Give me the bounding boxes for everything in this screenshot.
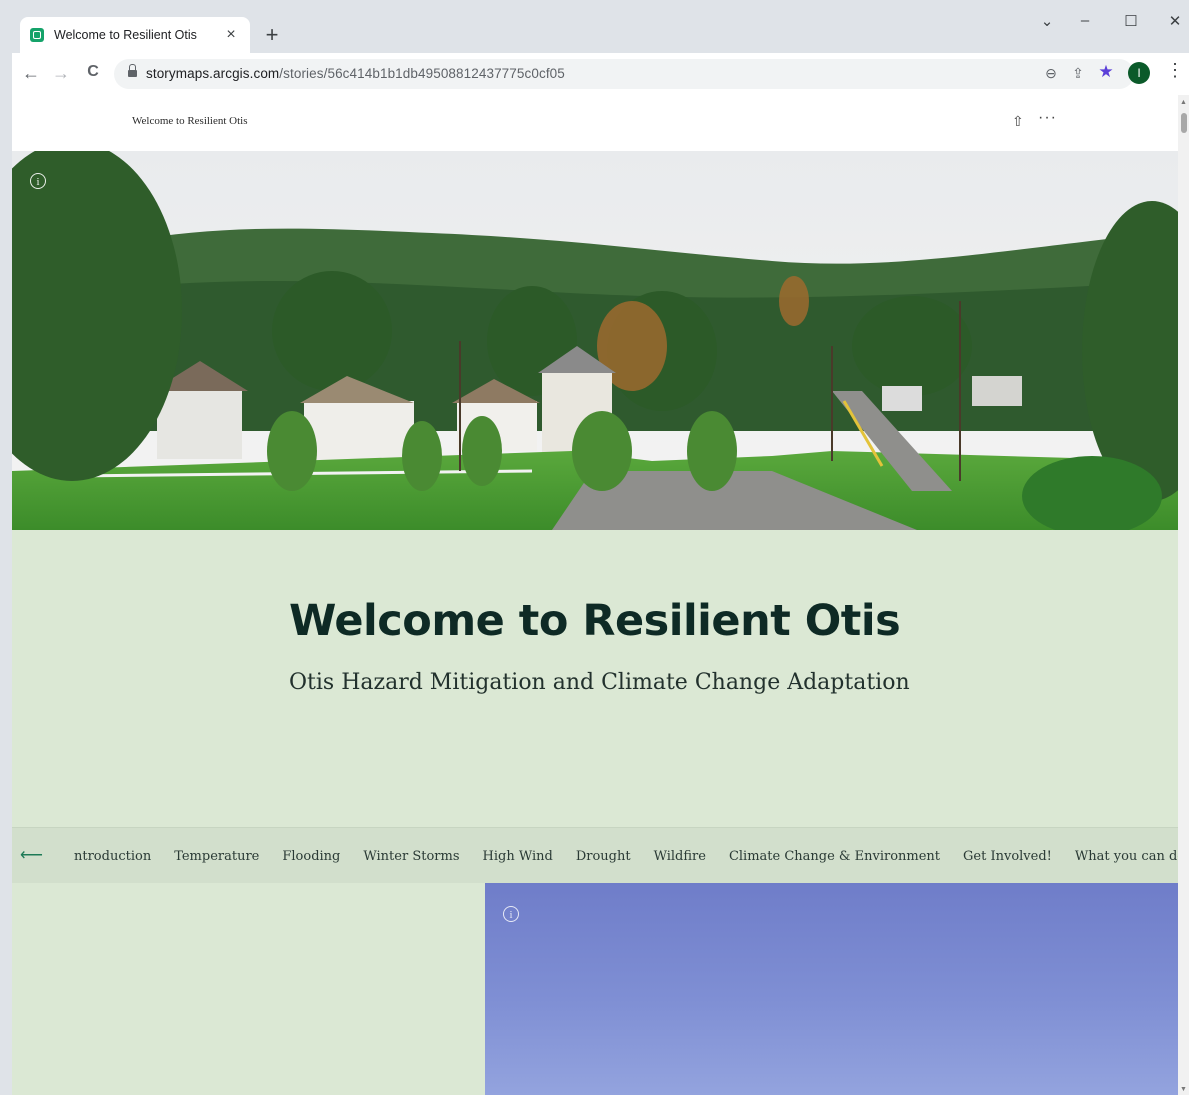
nav-item-what-you-can-do[interactable]: What you can do at home bbox=[1075, 849, 1178, 864]
back-button[interactable]: ← bbox=[20, 63, 42, 84]
nav-scroll-left-icon[interactable]: ⟵ bbox=[20, 845, 43, 865]
reload-button[interactable]: C bbox=[82, 63, 104, 81]
story-header-title[interactable]: Welcome to Resilient Otis bbox=[132, 115, 248, 127]
more-options-icon[interactable]: ··· bbox=[1038, 109, 1057, 127]
forward-button[interactable]: → bbox=[50, 63, 72, 84]
story-page: Welcome to Resilient Otis ⇧ ··· i Welcom… bbox=[12, 95, 1178, 1095]
nav-item-climate-change[interactable]: Climate Change & Environment bbox=[729, 849, 940, 864]
url-text[interactable]: storymaps.arcgis.com/stories/56c414b1b1d… bbox=[146, 66, 565, 81]
section-media-panel: i bbox=[485, 883, 1178, 1095]
media-info-icon[interactable]: i bbox=[503, 906, 519, 922]
tab-strip: Welcome to Resilient Otis × + ⌄ – ☐ ✕ bbox=[12, 0, 1189, 53]
scroll-thumb[interactable] bbox=[1181, 113, 1187, 133]
storymaps-favicon-icon bbox=[30, 28, 44, 42]
tab-close-icon[interactable]: × bbox=[222, 26, 240, 44]
nav-item-introduction[interactable]: ntroduction bbox=[74, 849, 151, 864]
story-subtitle: Otis Hazard Mitigation and Climate Chang… bbox=[289, 670, 910, 695]
lock-icon[interactable] bbox=[128, 64, 137, 77]
new-tab-button[interactable]: + bbox=[260, 22, 284, 48]
minimize-button[interactable]: – bbox=[1072, 12, 1098, 29]
close-window-button[interactable]: ✕ bbox=[1162, 12, 1188, 30]
tab-title: Welcome to Resilient Otis bbox=[54, 28, 197, 42]
nav-item-high-wind[interactable]: High Wind bbox=[483, 849, 553, 864]
scroll-up-icon[interactable]: ▲ bbox=[1180, 99, 1187, 106]
story-header: Welcome to Resilient Otis ⇧ ··· bbox=[12, 95, 1178, 152]
nav-item-get-involved[interactable]: Get Involved! bbox=[963, 849, 1052, 864]
bookmark-star-icon[interactable]: ★ bbox=[1097, 62, 1115, 82]
browser-tab[interactable]: Welcome to Resilient Otis × bbox=[20, 17, 250, 53]
section-text-panel bbox=[12, 883, 485, 1095]
nav-item-drought[interactable]: Drought bbox=[576, 849, 631, 864]
tab-search-icon[interactable]: ⌄ bbox=[1034, 12, 1060, 30]
address-bar[interactable]: storymaps.arcgis.com/stories/56c414b1b1d… bbox=[114, 59, 1134, 89]
browser-toolbar: ← → C storymaps.arcgis.com/stories/56c41… bbox=[12, 53, 1189, 95]
nav-item-temperature[interactable]: Temperature bbox=[174, 849, 259, 864]
hero-info-icon[interactable]: i bbox=[30, 173, 46, 189]
profile-avatar[interactable]: I bbox=[1128, 62, 1150, 84]
zoom-icon[interactable]: ⊖ bbox=[1042, 65, 1060, 82]
title-panel: Welcome to Resilient Otis Otis Hazard Mi… bbox=[12, 530, 1178, 827]
story-title: Welcome to Resilient Otis bbox=[289, 596, 901, 646]
share-page-icon[interactable]: ⇪ bbox=[1069, 65, 1087, 82]
scroll-down-icon[interactable]: ▼ bbox=[1180, 1086, 1187, 1093]
nav-items: ntroduction Temperature Flooding Winter … bbox=[74, 828, 1178, 884]
page-scrollbar[interactable]: ▲ ▼ bbox=[1178, 95, 1189, 1095]
nav-item-wildfire[interactable]: Wildfire bbox=[654, 849, 706, 864]
share-icon[interactable]: ⇧ bbox=[1012, 113, 1024, 130]
nav-item-flooding[interactable]: Flooding bbox=[282, 849, 340, 864]
nav-item-winter-storms[interactable]: Winter Storms bbox=[363, 849, 459, 864]
village-landscape-illustration bbox=[12, 151, 1178, 530]
hero-image: i bbox=[12, 151, 1178, 530]
story-navigation: ⟵ ntroduction Temperature Flooding Winte… bbox=[12, 827, 1178, 885]
browser-menu-icon[interactable]: ⋮ bbox=[1166, 60, 1184, 81]
maximize-button[interactable]: ☐ bbox=[1118, 12, 1144, 30]
